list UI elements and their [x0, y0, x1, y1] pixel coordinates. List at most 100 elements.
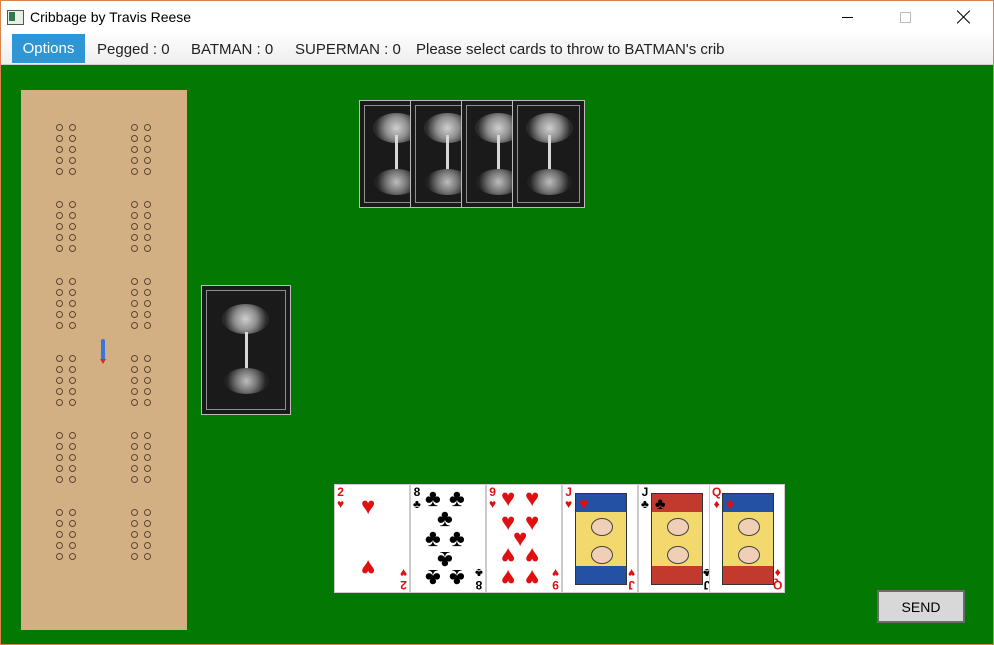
peg-hole — [69, 476, 76, 483]
peg-hole — [69, 443, 76, 450]
peg-hole — [131, 311, 138, 318]
peg-hole — [69, 355, 76, 362]
peg-hole — [144, 388, 151, 395]
hand-card[interactable]: 8 ♣ ♣ ♣ ♣ ♣ ♣ ♣ ♣ ♣ 8 ♣ — [410, 484, 486, 593]
peg-hole — [144, 300, 151, 307]
peg-hole — [69, 509, 76, 516]
peg-hole — [131, 223, 138, 230]
peg-hole — [144, 520, 151, 527]
close-button[interactable] — [941, 1, 987, 33]
peg-hole — [69, 278, 76, 285]
peg-hole — [69, 146, 76, 153]
title-bar: Cribbage by Travis Reese — [1, 1, 993, 33]
peg-hole — [131, 377, 138, 384]
maximize-button[interactable] — [882, 1, 928, 33]
peg-hole — [56, 476, 63, 483]
clubs-icon: ♣ — [449, 564, 465, 591]
peg-hole — [144, 355, 151, 362]
pegged-status: Pegged : 0 — [97, 41, 170, 58]
hand-card[interactable]: J ♥ ♥ J ♥ — [562, 484, 638, 593]
peg-hole — [131, 399, 138, 406]
peg-hole — [144, 311, 151, 318]
peg-hole — [69, 366, 76, 373]
hand-card[interactable]: Q ♦ ♦ Q ♦ — [709, 484, 785, 593]
options-menu[interactable]: Options — [12, 34, 85, 63]
peg-hole — [69, 223, 76, 230]
peg-hole — [144, 245, 151, 252]
peg-hole — [144, 168, 151, 175]
minimize-icon — [841, 16, 853, 18]
peg-hole — [131, 124, 138, 131]
peg-hole — [144, 146, 151, 153]
peg-hole — [131, 520, 138, 527]
peg-hole — [56, 289, 63, 296]
minimize-button[interactable] — [824, 1, 870, 33]
clubs-icon: ♣ — [655, 496, 666, 513]
peg-hole — [56, 531, 63, 538]
peg-hole — [144, 531, 151, 538]
peg-hole — [131, 300, 138, 307]
peg-hole — [69, 300, 76, 307]
peg-hole — [131, 245, 138, 252]
peg-hole — [69, 553, 76, 560]
peg-hole — [131, 476, 138, 483]
status-message: Please select cards to throw to BATMAN's… — [416, 41, 725, 58]
peg-hole — [69, 168, 76, 175]
batman-score: BATMAN : 0 — [191, 41, 274, 58]
peg-hole — [131, 443, 138, 450]
deck-card-back[interactable] — [201, 285, 291, 415]
peg-hole — [144, 443, 151, 450]
peg-hole — [56, 542, 63, 549]
peg-hole — [56, 146, 63, 153]
hearts-icon: ♥ — [525, 485, 540, 512]
hearts-icon: ♥ — [361, 554, 376, 581]
peg-hole — [144, 223, 151, 230]
peg-hole — [56, 157, 63, 164]
peg-hole — [56, 300, 63, 307]
hand-card[interactable]: 2 ♥ ♥ ♥ 2 ♥ — [334, 484, 410, 593]
peg-hole — [144, 476, 151, 483]
clubs-icon: ♣ — [425, 564, 441, 591]
send-button[interactable]: SEND — [877, 590, 965, 623]
peg-hole — [144, 432, 151, 439]
peg-hole — [131, 289, 138, 296]
peg-hole — [56, 278, 63, 285]
app-window: Cribbage by Travis Reese Options Pegged … — [0, 0, 994, 645]
peg-hole — [131, 157, 138, 164]
peg-hole — [131, 212, 138, 219]
peg-hole — [69, 465, 76, 472]
peg-hole — [69, 542, 76, 549]
queen-face-image: ♦ — [722, 493, 774, 585]
peg-hole — [144, 509, 151, 516]
peg-hole — [56, 366, 63, 373]
peg-hole — [144, 322, 151, 329]
peg-hole — [56, 135, 63, 142]
peg-hole — [56, 124, 63, 131]
peg-hole — [69, 388, 76, 395]
peg-hole — [56, 432, 63, 439]
peg-hole — [131, 135, 138, 142]
jack-face-image: ♣ — [651, 493, 703, 585]
peg-hole — [56, 454, 63, 461]
hearts-icon: ♥ — [525, 564, 540, 591]
peg-hole — [69, 520, 76, 527]
maximize-icon — [899, 11, 911, 23]
peg-hole — [144, 366, 151, 373]
peg-hole — [56, 311, 63, 318]
peg-hole — [69, 124, 76, 131]
peg-hole — [56, 212, 63, 219]
peg-hole — [144, 278, 151, 285]
hand-card[interactable]: J ♣ ♣ J ♣ — [638, 484, 714, 593]
peg-hole — [69, 377, 76, 384]
hand-card[interactable]: 9 ♥ ♥ ♥ ♥ ♥ ♥ ♥ ♥ ♥ ♥ 9 ♥ — [486, 484, 562, 593]
superman-score: SUPERMAN : 0 — [295, 41, 401, 58]
peg-hole — [56, 234, 63, 241]
menu-bar: Options Pegged : 0 BATMAN : 0 SUPERMAN :… — [1, 33, 993, 65]
peg-hole — [56, 443, 63, 450]
peg-hole — [131, 542, 138, 549]
peg-hole — [56, 168, 63, 175]
peg-hole — [131, 531, 138, 538]
peg-hole — [144, 135, 151, 142]
peg-hole — [56, 223, 63, 230]
peg-hole — [56, 322, 63, 329]
